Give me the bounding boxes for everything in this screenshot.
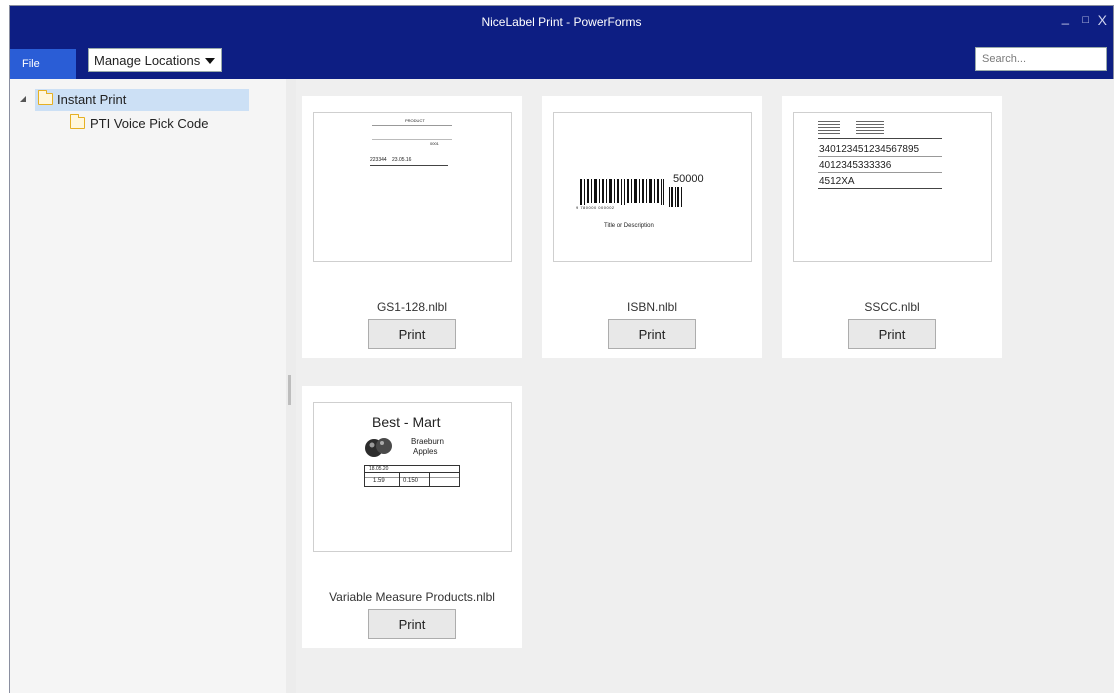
sscc-line-3: 4512XA: [819, 176, 855, 187]
expand-arrow-icon[interactable]: [20, 96, 26, 102]
isbn-digits: 9 780000 000002: [576, 205, 615, 210]
window-title: NiceLabel Print - PowerForms: [481, 15, 642, 29]
isbn-caption: Title or Description: [604, 223, 654, 229]
label-card-isbn[interactable]: 50000 9 780000 000002 Title or Descripti…: [542, 96, 762, 358]
label-filename: Variable Measure Products.nlbl: [329, 590, 495, 604]
title-bar: NiceLabel Print - PowerForms _ □ X: [10, 6, 1113, 39]
label-preview: 50000 9 780000 000002 Title or Descripti…: [553, 112, 752, 262]
label-card-gs1-128[interactable]: PRODUCT 0001 223344 23.05.16 GS1-128.nlb…: [302, 96, 522, 358]
label-gallery: PRODUCT 0001 223344 23.05.16 GS1-128.nlb…: [296, 79, 1114, 693]
label-filename: GS1-128.nlbl: [376, 300, 448, 314]
isbn-barcode: [580, 179, 682, 207]
app-window: NiceLabel Print - PowerForms _ □ X File …: [9, 5, 1114, 693]
splitter-grip[interactable]: [288, 375, 291, 405]
vm-price-table: 18.05.20 1.59 0.150: [364, 465, 460, 487]
vm-store-name: Best - Mart: [372, 414, 441, 430]
folder-icon: [37, 90, 53, 105]
label-preview: Best - Mart Braeburn Apples 18.05.20 1.5…: [313, 402, 512, 552]
vm-product-line-2: Apples: [413, 447, 438, 456]
close-icon[interactable]: X: [1098, 12, 1107, 28]
print-button[interactable]: Print: [368, 609, 456, 639]
preview-code-1: 223344: [370, 157, 387, 163]
menu-bar: File Manage Locations: [10, 39, 1113, 79]
label-filename: SSCC.nlbl: [864, 300, 920, 314]
sscc-line-1: 340123451234567895: [819, 144, 920, 155]
vm-weight: 0.150: [403, 478, 419, 484]
tree-item-label: Instant Print: [57, 92, 127, 107]
print-button[interactable]: Print: [848, 319, 936, 349]
search-input[interactable]: [975, 47, 1107, 71]
print-button[interactable]: Print: [368, 319, 456, 349]
pane-splitter[interactable]: [286, 79, 296, 693]
manage-locations-label: Manage Locations: [94, 53, 201, 68]
print-button[interactable]: Print: [608, 319, 696, 349]
vm-product-line-1: Braeburn: [411, 437, 444, 446]
preview-code-2: 23.05.16: [392, 157, 412, 163]
sscc-sender-block: [818, 121, 840, 135]
preview-number: 0001: [430, 141, 439, 146]
apple-icon: [365, 438, 392, 457]
label-preview: PRODUCT 0001 223344 23.05.16: [313, 112, 512, 262]
folder-tree: Instant Print PTI Voice Pick Code: [10, 79, 286, 693]
tree-item-label: PTI Voice Pick Code: [90, 116, 209, 131]
chevron-down-icon: [205, 58, 215, 64]
tree-item-instant-print[interactable]: Instant Print: [20, 89, 249, 111]
vm-price: 1.59: [373, 478, 385, 484]
sscc-receiver-block: [856, 121, 884, 135]
file-menu-button[interactable]: File: [10, 49, 76, 79]
label-filename: ISBN.nlbl: [626, 300, 678, 314]
vm-date: 18.05.20: [369, 466, 389, 472]
label-preview: 340123451234567895 4012345333336 4512XA: [793, 112, 992, 262]
maximize-icon[interactable]: □: [1082, 14, 1089, 26]
tree-item-pti-voice-pick-code[interactable]: PTI Voice Pick Code: [53, 113, 249, 135]
manage-locations-dropdown[interactable]: Manage Locations: [88, 48, 222, 72]
sscc-line-2: 4012345333336: [819, 160, 892, 171]
folder-icon: [69, 114, 85, 129]
label-card-variable-measure-products[interactable]: Best - Mart Braeburn Apples 18.05.20 1.5…: [302, 386, 522, 648]
minimize-icon[interactable]: _: [1062, 10, 1069, 25]
preview-heading: PRODUCT: [405, 118, 425, 123]
isbn-price: 50000: [673, 173, 704, 185]
label-card-sscc[interactable]: 340123451234567895 4012345333336 4512XA …: [782, 96, 1002, 358]
